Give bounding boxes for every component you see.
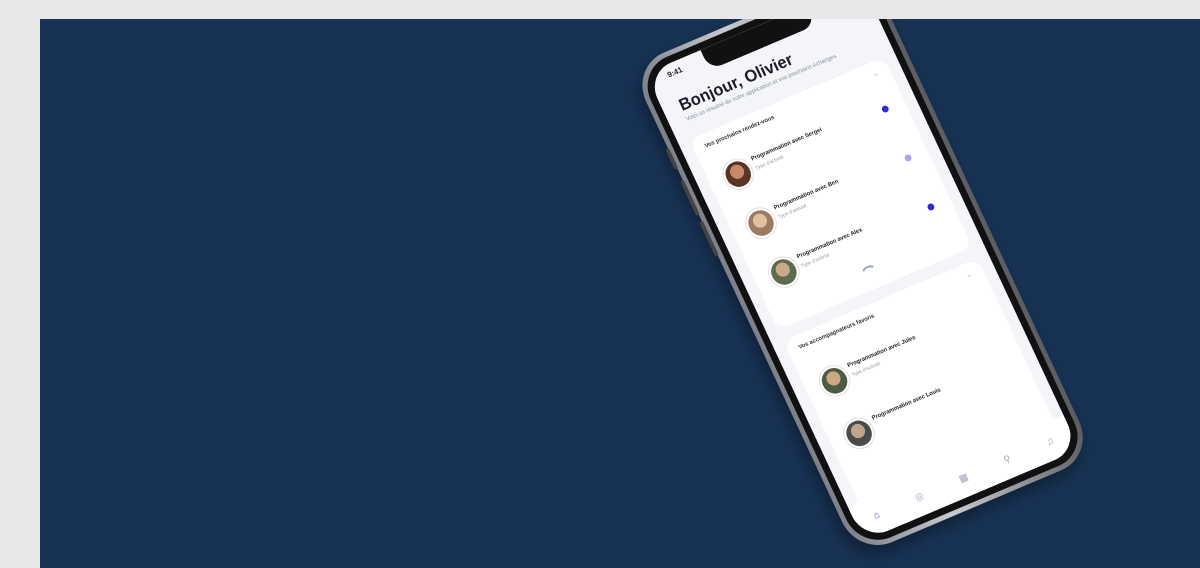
status-dot: [880, 104, 890, 114]
bell-icon[interactable]: ♫: [1044, 435, 1055, 448]
item-title: Programmation avec Jules: [846, 335, 917, 370]
status-dot: [903, 153, 913, 163]
home-icon[interactable]: ⌂: [872, 509, 882, 521]
chevron-down-icon[interactable]: ⌄: [870, 68, 880, 79]
phone-mockup: 9:41 ▂▄▆ ◠ ▭ Bonjour, Olivier Voici un r…: [630, 19, 1096, 557]
chevron-down-icon[interactable]: ⌄: [964, 269, 974, 280]
item-title: Programmation avec Louis: [871, 387, 942, 422]
grid-icon[interactable]: ▦: [957, 471, 970, 485]
item-title: Programmation avec Sergei: [750, 127, 824, 163]
status-dot: [926, 202, 936, 212]
compass-icon[interactable]: ◎: [913, 490, 925, 503]
showcase-background: 9:41 ▂▄▆ ◠ ▭ Bonjour, Olivier Voici un r…: [40, 19, 1200, 568]
phone-screen: 9:41 ▂▄▆ ◠ ▭ Bonjour, Olivier Voici un r…: [645, 19, 1080, 542]
status-time: 9:41: [665, 65, 684, 80]
search-icon[interactable]: ⚲: [1002, 453, 1013, 466]
loading-spinner-icon: [858, 262, 883, 286]
